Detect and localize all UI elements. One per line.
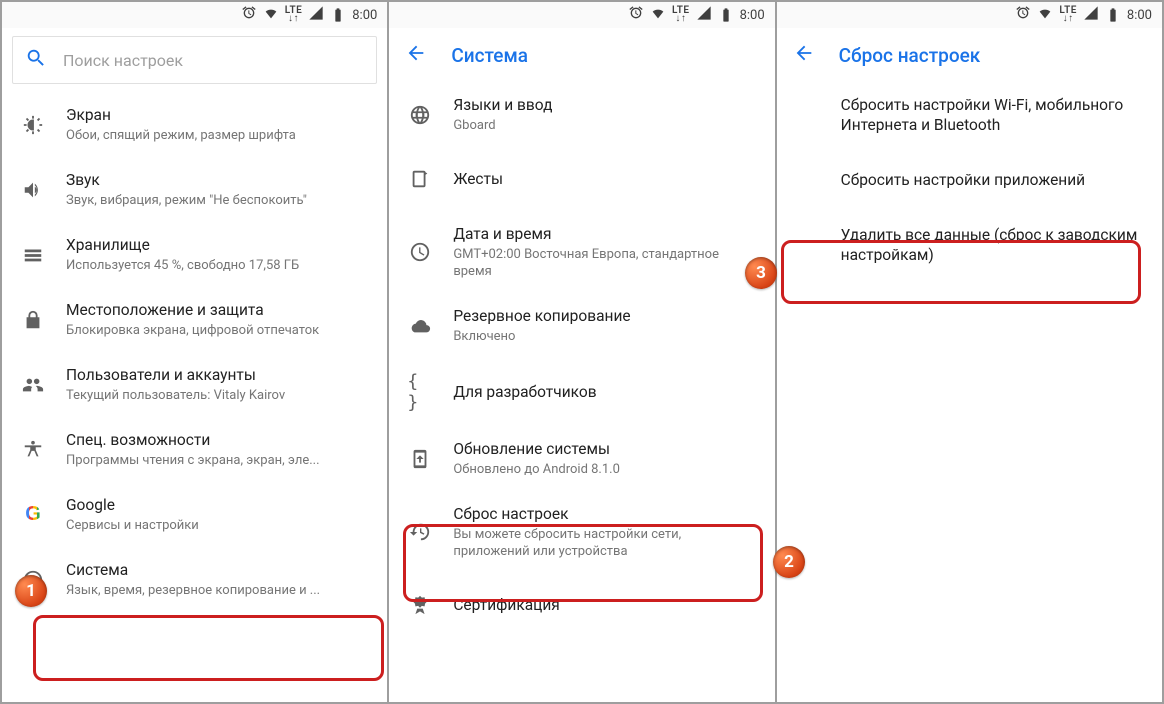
status-bar: LTE↓↑ 8:00 xyxy=(2,2,387,28)
item-update[interactable]: Обновление системыОбновлено до Android 8… xyxy=(389,426,774,491)
wifi-icon xyxy=(1037,5,1053,25)
item-google[interactable]: G GoogleСервисы и настройки xyxy=(2,482,387,547)
users-icon xyxy=(20,374,46,396)
network-type: LTE↓↑ xyxy=(285,7,303,23)
item-storage[interactable]: ХранилищеИспользуется 45 %, свободно 17,… xyxy=(2,222,387,287)
info-icon xyxy=(20,569,46,591)
battery-icon xyxy=(1105,7,1121,23)
item-factory-reset[interactable]: Удалить все данные (сброс к заводским на… xyxy=(777,212,1162,278)
wifi-icon xyxy=(650,5,666,25)
settings-list: ЭкранОбои, спящий режим, размер шрифта З… xyxy=(2,92,387,612)
system-list: Языки и вводGboard Жесты Дата и времяGMT… xyxy=(389,82,774,637)
sound-icon xyxy=(20,179,46,201)
battery-icon xyxy=(718,7,734,23)
header-title: Система xyxy=(451,44,528,67)
clock: 8:00 xyxy=(1127,8,1152,23)
google-icon: G xyxy=(20,503,46,526)
restore-icon xyxy=(407,521,433,543)
cloud-upload-icon xyxy=(407,315,433,337)
system-update-icon xyxy=(407,448,433,470)
item-display[interactable]: ЭкранОбои, спящий режим, размер шрифта xyxy=(2,92,387,157)
item-users[interactable]: Пользователи и аккаунтыТекущий пользоват… xyxy=(2,352,387,417)
item-sound[interactable]: ЗвукЗвук, вибрация, режим "Не беспокоить… xyxy=(2,157,387,222)
status-bar: LTE↓↑ 8:00 xyxy=(777,2,1162,28)
gestures-icon xyxy=(407,168,433,190)
signal-icon xyxy=(1083,5,1099,25)
header: Система xyxy=(389,28,774,82)
item-system[interactable]: СистемаЯзык, время, резервное копировани… xyxy=(2,547,387,612)
search-placeholder: Поиск настроек xyxy=(63,51,183,70)
alarm-icon xyxy=(628,5,644,25)
item-gestures[interactable]: Жесты xyxy=(389,147,774,211)
search-settings[interactable]: Поиск настроек xyxy=(12,36,377,84)
signal-icon xyxy=(308,5,324,25)
clock: 8:00 xyxy=(740,8,765,23)
item-developer[interactable]: { } Для разработчиков xyxy=(389,358,774,426)
alarm-icon xyxy=(241,5,257,25)
alarm-icon xyxy=(1015,5,1031,25)
back-button[interactable] xyxy=(405,42,427,68)
clock: 8:00 xyxy=(352,8,377,23)
item-certification[interactable]: Сертификация xyxy=(389,573,774,637)
item-backup[interactable]: Резервное копированиеВключено xyxy=(389,293,774,358)
network-type: LTE↓↑ xyxy=(672,7,690,23)
panel-system: LTE↓↑ 8:00 Система Языки и вводGboard Же… xyxy=(388,1,775,703)
header-title: Сброс настроек xyxy=(839,44,981,67)
panel-settings: LTE↓↑ 8:00 Поиск настроек ЭкранОбои, спя… xyxy=(1,1,388,703)
back-button[interactable] xyxy=(793,42,815,68)
item-security[interactable]: Местоположение и защитаБлокировка экрана… xyxy=(2,287,387,352)
lock-icon xyxy=(20,309,46,331)
status-bar: LTE↓↑ 8:00 xyxy=(389,2,774,28)
reset-list: Сбросить настройки Wi-Fi, мобильного Инт… xyxy=(777,82,1162,278)
wifi-icon xyxy=(263,5,279,25)
panel-reset: LTE↓↑ 8:00 Сброс настроек Сбросить настр… xyxy=(776,1,1163,703)
display-icon xyxy=(20,114,46,136)
network-type: LTE↓↑ xyxy=(1059,7,1077,23)
item-accessibility[interactable]: Спец. возможностиПрограммы чтения с экра… xyxy=(2,417,387,482)
item-datetime[interactable]: Дата и времяGMT+02:00 Восточная Европа, … xyxy=(389,211,774,293)
item-reset-network[interactable]: Сбросить настройки Wi-Fi, мобильного Инт… xyxy=(777,82,1162,148)
search-icon xyxy=(25,47,47,73)
item-languages[interactable]: Языки и вводGboard xyxy=(389,82,774,147)
clock-icon xyxy=(407,241,433,263)
header: Сброс настроек xyxy=(777,28,1162,82)
storage-icon xyxy=(20,244,46,266)
signal-icon xyxy=(696,5,712,25)
item-reset[interactable]: Сброс настроекВы можете сбросить настрой… xyxy=(389,491,774,573)
globe-icon xyxy=(407,104,433,126)
rosette-icon xyxy=(407,594,433,616)
item-reset-apps[interactable]: Сбросить настройки приложений xyxy=(777,148,1162,212)
accessibility-icon xyxy=(20,439,46,461)
battery-icon xyxy=(330,7,346,23)
braces-icon: { } xyxy=(407,371,433,413)
